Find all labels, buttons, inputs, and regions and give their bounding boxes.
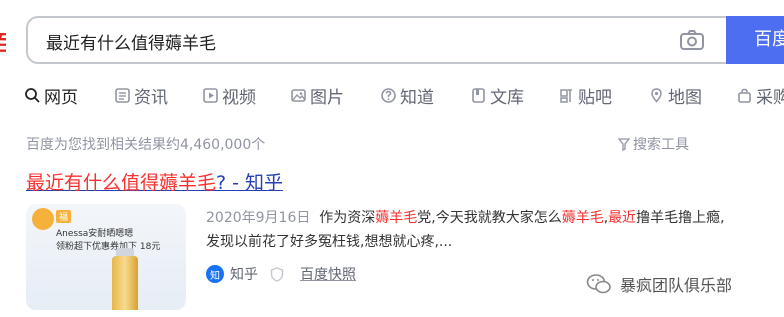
tab-news[interactable]: 资讯: [114, 82, 168, 108]
search-icon: [24, 87, 41, 104]
tab-tieba[interactable]: 贴吧: [558, 82, 612, 108]
tab-label: 采购: [756, 87, 784, 108]
result-title-highlight: 最近有什么值得薅羊毛: [26, 172, 217, 194]
sunscreen-bottle-icon: [112, 256, 138, 310]
shopping-bag-icon: [736, 87, 753, 104]
search-tabs: 网页 资讯 视频 图片 知道 文库 贴吧 地图 采购: [24, 82, 784, 108]
baidu-logo-fragment[interactable]: 百: [0, 26, 6, 56]
tab-wenku[interactable]: 文库: [470, 82, 524, 108]
thumb-line-2: 领粉超下优惠券加下 18元: [56, 242, 161, 252]
thumb-line-1: Anessa安耐晒嗯嗯: [56, 229, 134, 239]
tieba-icon: [558, 87, 575, 104]
filter-icon: [618, 137, 630, 151]
abstract-highlight: 薅羊毛: [561, 210, 604, 226]
thumb-tag: 福: [56, 210, 72, 223]
tab-label: 视频: [222, 87, 256, 108]
search-tools-button[interactable]: 搜索工具: [618, 134, 689, 154]
search-box[interactable]: [26, 16, 726, 64]
result-date: 2020年9月16日: [206, 210, 311, 226]
watermark-text: 暴疯团队俱乐部: [620, 276, 733, 295]
document-icon: [470, 87, 487, 104]
clock-badge-icon: [32, 208, 54, 230]
result-source: 知 知乎 百度快照: [206, 264, 356, 284]
tab-label: 文库: [490, 87, 524, 108]
tab-zhidao[interactable]: 知道: [380, 82, 434, 108]
tab-purchase[interactable]: 采购: [736, 82, 784, 108]
video-icon: [202, 87, 219, 104]
tab-label: 地图: [668, 87, 702, 108]
tab-video[interactable]: 视频: [202, 82, 256, 108]
tab-label: 知道: [400, 87, 434, 108]
abstract-text: 党,今天我就教大家怎么: [417, 210, 562, 226]
tab-label: 网页: [44, 87, 78, 108]
result-title-link[interactable]: 最近有什么值得薅羊毛? - 知乎: [26, 168, 283, 195]
image-icon: [290, 87, 307, 104]
search-tools-label: 搜索工具: [633, 137, 689, 153]
result-thumbnail[interactable]: 福 Anessa安耐晒嗯嗯 领粉超下优惠券加下 18元: [26, 204, 186, 310]
tab-label: 贴吧: [578, 87, 612, 108]
tab-label: 图片: [310, 87, 344, 108]
result-abstract: 2020年9月16日 作为资深薅羊毛党,今天我就教大家怎么薅羊毛,最近撸羊毛撸上…: [206, 206, 726, 254]
shield-icon: [270, 266, 284, 282]
zhihu-logo-icon: 知: [206, 265, 224, 283]
abstract-highlight: 最近: [608, 210, 637, 226]
news-icon: [114, 87, 131, 104]
camera-icon[interactable]: [680, 29, 704, 51]
abstract-text: 作为资深: [319, 210, 376, 226]
tab-images[interactable]: 图片: [290, 82, 344, 108]
wechat-icon: [586, 274, 611, 294]
source-name[interactable]: 知乎: [230, 264, 258, 284]
tab-label: 资讯: [134, 87, 168, 108]
result-count: 百度为您找到相关结果约4,460,000个: [26, 137, 266, 153]
abstract-highlight: 薅羊毛: [375, 210, 418, 226]
snapshot-link[interactable]: 百度快照: [300, 264, 356, 284]
search-input[interactable]: [46, 28, 646, 54]
result-title-suffix: ? - 知乎: [216, 172, 284, 194]
wechat-watermark: 暴疯团队俱乐部: [586, 272, 732, 296]
tab-web[interactable]: 网页: [24, 82, 78, 108]
map-pin-icon: [648, 87, 665, 104]
question-icon: [380, 87, 397, 104]
search-button[interactable]: 百度一下: [726, 16, 784, 64]
tab-map[interactable]: 地图: [648, 82, 702, 108]
